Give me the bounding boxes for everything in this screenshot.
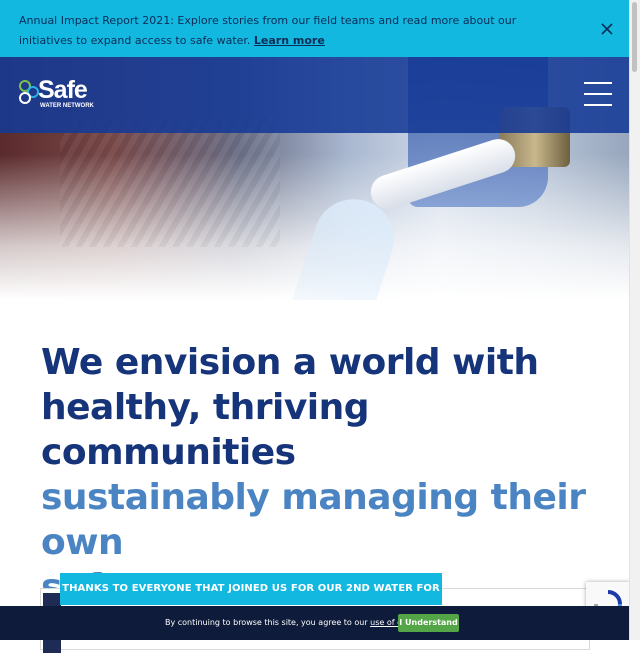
- mission-line-1: We envision a world with: [41, 342, 539, 383]
- mission-statement: We envision a world with healthy, thrivi…: [41, 340, 611, 610]
- announcement-learn-more-link[interactable]: Learn more: [254, 34, 325, 47]
- cookie-consent-bar: By continuing to browse this site, you a…: [0, 606, 630, 640]
- site-header: Safe WATER NETWORK: [0, 57, 630, 133]
- logo-wordmark: Safe: [38, 76, 88, 104]
- mission-line-3: sustainably managing their own: [41, 477, 586, 563]
- close-icon[interactable]: [596, 18, 618, 40]
- announcement-bar: Annual Impact Report 2021: Explore stori…: [0, 0, 630, 57]
- cookie-message: By continuing to browse this site, you a…: [165, 606, 430, 640]
- mission-line-2: healthy, thriving communities: [41, 387, 370, 473]
- news-tag-banner[interactable]: THANKS TO EVERYONE THAT JOINED US FOR OU…: [60, 573, 442, 626]
- hamburger-menu-icon[interactable]: [584, 80, 614, 110]
- logo-mark-icon: [19, 80, 39, 104]
- cookie-accept-button[interactable]: I Understand: [398, 614, 459, 632]
- cookie-text: By continuing to browse this site, you a…: [165, 618, 368, 627]
- scrollbar-thumb[interactable]: [632, 2, 637, 72]
- logo-subtitle: WATER NETWORK: [40, 103, 94, 109]
- page-scrollbar[interactable]: [629, 0, 640, 640]
- hero-background-cloth: [60, 117, 280, 247]
- announcement-text: Annual Impact Report 2021: Explore stori…: [19, 11, 559, 51]
- site-logo[interactable]: Safe WATER NETWORK: [18, 76, 98, 116]
